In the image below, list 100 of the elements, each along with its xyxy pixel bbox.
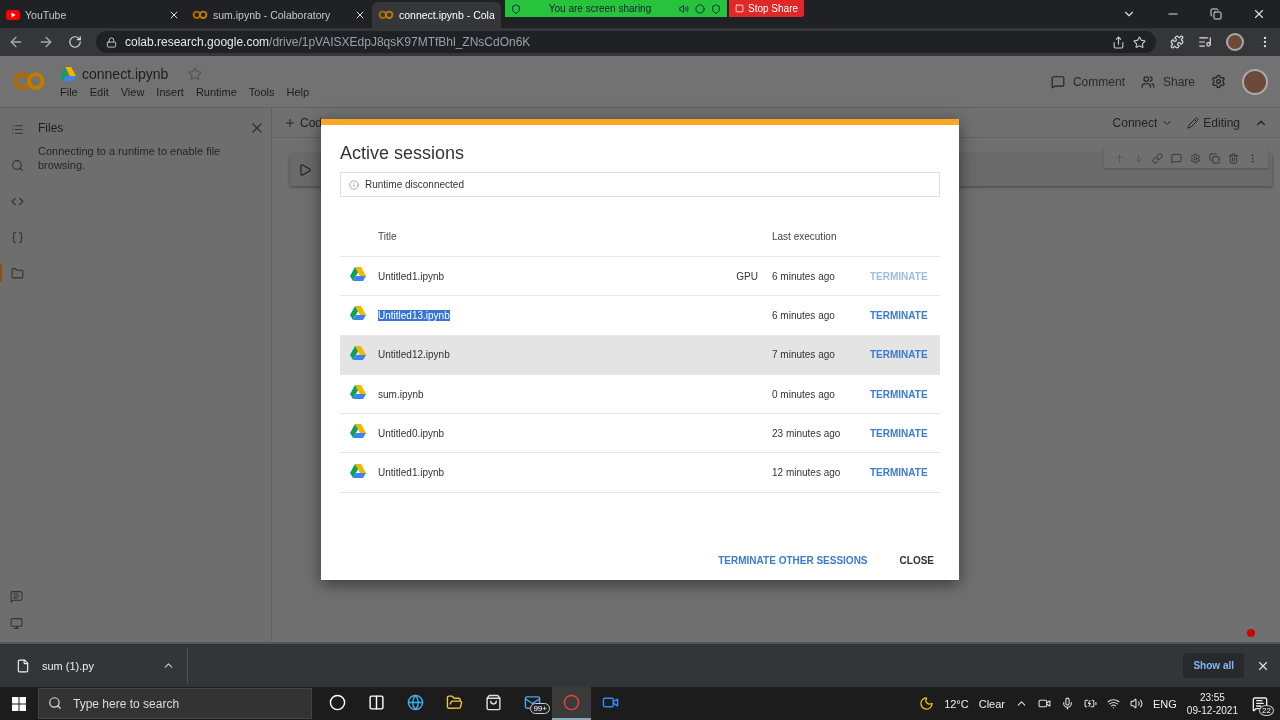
taskbar-search-field[interactable]: Type here to search [38,688,312,719]
session-title: Untitled13.ipynb [378,309,450,321]
url-path: /drive/1pVAISXEdpJ8qsK97MTfBhl_ZNsCdOn6K [269,35,531,49]
circle-icon [695,3,705,14]
menu-item[interactable]: Help [286,85,310,98]
drive-icon [350,424,366,439]
wifi-icon[interactable] [1107,697,1120,710]
share-button[interactable]: Share [1140,74,1195,89]
close-button[interactable]: CLOSE [899,555,934,566]
search-icon [10,158,24,172]
session-row[interactable]: Untitled0.ipynb 23 minutes ago TERMINATE [340,414,940,454]
terminate-button[interactable]: TERMINATE [870,388,928,400]
battery-icon[interactable] [1084,697,1097,710]
microphone-icon[interactable] [1061,697,1074,710]
back-icon[interactable] [8,34,24,50]
braces-icon [10,230,24,244]
terminate-button[interactable]: TERMINATE [870,349,928,361]
pencil-icon [1187,116,1200,129]
close-icon[interactable] [168,9,180,21]
session-row[interactable]: sum.ipynb 0 minutes ago TERMINATE [340,374,940,415]
terminate-button[interactable]: TERMINATE [870,467,928,479]
browser-tab[interactable]: connect.ipynb - Cola [372,2,501,28]
menu-item[interactable]: File [60,85,78,98]
terminate-button[interactable]: TERMINATE [870,309,928,321]
star-icon[interactable] [188,66,203,81]
accelerator-label: GPU [736,270,759,282]
play-icon[interactable] [298,163,312,177]
windows-icon[interactable] [12,696,26,711]
menu-item[interactable]: Edit [89,85,109,98]
url-host: colab.research.google.com [125,35,270,49]
playlist-icon[interactable] [1198,35,1212,49]
language-indicator[interactable]: ENG [1153,697,1177,710]
folder-icon [10,266,24,280]
colab-logo-icon [378,10,394,20]
panel-title: Files [38,121,64,135]
editing-button[interactable]: Editing [1187,115,1240,130]
drive-icon [350,463,366,478]
close-icon[interactable] [1252,7,1266,21]
task-view-icon [368,694,385,711]
profile-avatar[interactable] [1226,33,1244,51]
command-palette-icon[interactable] [9,590,23,603]
stop-icon [735,4,744,13]
restore-icon[interactable] [1210,8,1222,20]
moon-icon [919,696,935,711]
terminate-button[interactable]: TERMINATE [870,427,928,439]
puzzle-icon[interactable] [1170,35,1184,49]
colab-logo-icon [12,71,46,92]
address-bar[interactable]: colab.research.google.com/drive/1pVAISXEdpJ8qsK97MTfBhl_ZNsCdOn6K [96,31,1156,53]
drive-icon [60,66,76,81]
terminal-icon[interactable] [9,617,23,630]
last-execution: 7 minutes ago [772,349,836,361]
session-title: Untitled0.ipynb [378,427,445,439]
reload-icon[interactable] [68,35,82,49]
drive-icon [350,306,366,321]
drive-icon [350,345,366,360]
add-code-button[interactable]: Cod [284,115,322,130]
circle-icon [329,694,346,711]
account-avatar[interactable] [1242,68,1268,95]
show-all-button[interactable]: Show all [1183,653,1244,678]
folder-icon [446,694,463,711]
file-icon [16,658,30,673]
comment-button[interactable]: Comment [1050,74,1125,89]
session-row[interactable]: Untitled13.ipynb 6 minutes ago TERMINATE [340,296,940,336]
status-notice: Runtime disconnected [340,172,940,197]
taskbar-app[interactable]: 99+ [513,687,552,720]
volume-icon[interactable] [1130,697,1143,710]
session-row[interactable]: Untitled12.ipynb 7 minutes ago TERMINATE [340,335,940,375]
download-item[interactable]: sum (1).py [16,647,188,684]
share-icon[interactable] [1112,35,1125,49]
drive-icon [350,385,366,400]
drive-icon [350,267,366,282]
menu-item[interactable]: Insert [156,85,184,98]
youtube-icon [6,10,20,20]
notification-button[interactable]: 22 [1248,691,1272,716]
session-row[interactable]: Untitled1.ipynb 12 minutes ago TERMINATE [340,453,940,493]
close-icon[interactable] [354,9,366,21]
column-header: Title [378,231,398,242]
column-header: Last execution [772,231,838,242]
notebook-title[interactable]: connect.ipynb [82,65,169,82]
clock[interactable]: 23:55 09-12-2021 [1186,690,1238,717]
connect-button[interactable]: Connect [1112,115,1174,130]
session-title: Untitled1.ipynb [378,467,445,479]
forward-icon[interactable] [38,34,54,50]
last-execution: 0 minutes ago [772,388,836,400]
menu-item[interactable]: Tools [248,85,275,98]
camera-icon[interactable] [1038,697,1051,710]
last-execution: 6 minutes ago [772,270,836,282]
stop-share-button[interactable]: Stop Share [729,0,805,17]
plus-icon [284,116,296,129]
unread-badge: 99+ [530,703,550,714]
terminate-others-button[interactable]: TERMINATE OTHER SESSIONS [718,555,868,566]
shopping-bag-icon [485,694,502,711]
menu-item[interactable]: Runtime [195,85,237,98]
last-execution: 12 minutes ago [772,467,842,479]
menu-item[interactable]: View [120,85,145,98]
settings-icon[interactable] [1211,74,1226,89]
browser-tab[interactable]: sum.ipynb - Colaboratory [186,2,372,28]
session-title: sum.ipynb [378,388,424,400]
browser-tab[interactable]: YouTube [0,2,186,28]
panel-message: Connecting to a runtime to enable file browsing. [38,144,222,172]
